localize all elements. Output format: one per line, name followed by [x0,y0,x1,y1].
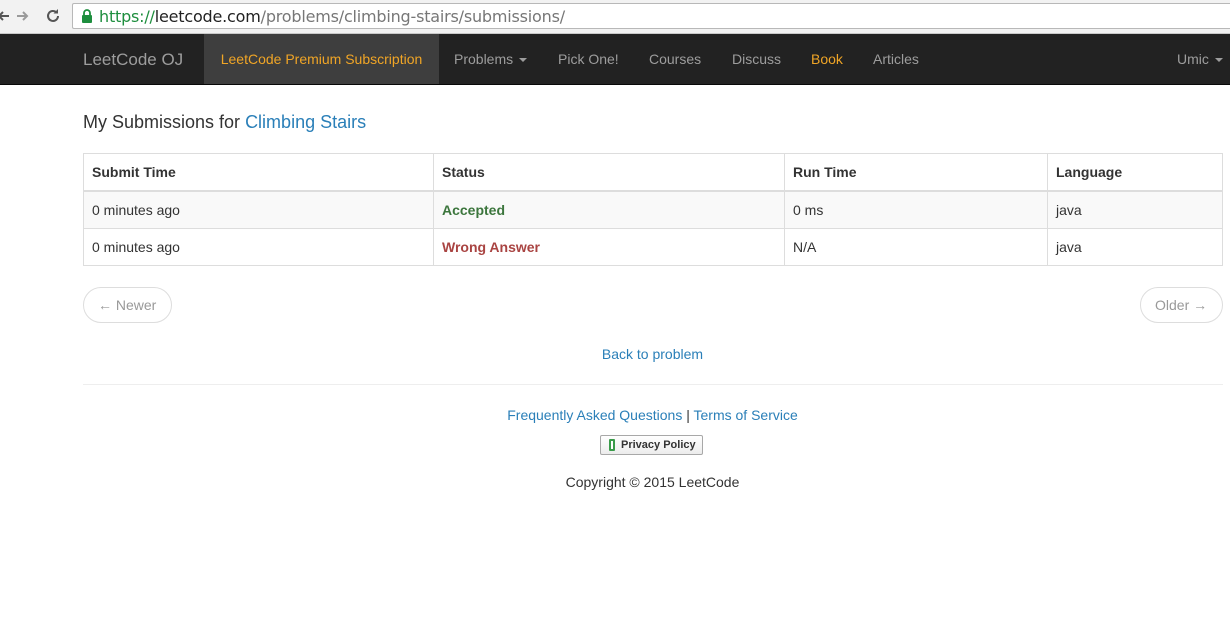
column-submit-time: Submit Time [83,153,434,192]
problem-link[interactable]: Climbing Stairs [245,112,366,132]
older-button[interactable]: Older → [1140,287,1223,323]
nav-problems-dropdown[interactable]: Problems [454,34,528,84]
newer-button[interactable]: ← Newer [83,287,172,323]
user-menu[interactable]: Umic [1177,34,1223,84]
terms-link[interactable]: Terms of Service [694,407,798,423]
status-link[interactable]: Wrong Answer [442,239,540,255]
table-row: 0 minutes ago Wrong Answer N/A java [83,228,1223,266]
page-title: My Submissions for Climbing Stairs [83,112,366,133]
status-link[interactable]: Accepted [442,202,505,218]
site-navbar: LeetCode OJ LeetCode Premium Subscriptio… [0,34,1230,85]
column-status: Status [433,153,785,192]
nav-articles[interactable]: Articles [873,34,919,84]
privacy-policy-button[interactable]: Privacy Policy [600,435,703,455]
back-arrow-icon[interactable] [0,7,12,25]
back-to-problem-row: Back to problem [0,346,1230,362]
nav-discuss[interactable]: Discuss [732,34,781,84]
footer-separator: | [686,407,690,423]
nav-pick-one[interactable]: Pick One! [558,34,619,84]
table-row: 0 minutes ago Accepted 0 ms java [83,190,1223,229]
user-name: Umic [1177,51,1209,67]
forward-arrow-icon[interactable] [14,7,32,25]
submit-time-cell: 0 minutes ago [83,190,434,229]
footer-links: Frequently Asked Questions | Terms of Se… [0,407,1230,423]
nav-courses[interactable]: Courses [649,34,701,84]
nav-problems-label: Problems [454,51,514,67]
nav-premium-subscription[interactable]: LeetCode Premium Subscription [204,34,439,84]
table-header-row: Submit Time Status Run Time Language [83,153,1223,192]
shield-icon [609,439,615,451]
privacy-policy-label: Privacy Policy [621,439,696,451]
address-bar[interactable]: https://leetcode.com/problems/climbing-s… [72,3,1230,29]
copyright-row: Copyright © 2015 LeetCode [0,474,1230,490]
brand-logo[interactable]: LeetCode OJ [83,34,183,85]
submit-time-cell: 0 minutes ago [83,228,434,266]
caret-down-icon [1214,58,1223,63]
submissions-table: Submit Time Status Run Time Language 0 m… [83,153,1223,266]
copyright-text: Copyright © 2015 LeetCode [565,474,740,490]
run-time-cell: 0 ms [784,190,1048,229]
nav-book[interactable]: Book [811,34,843,84]
url-text: https://leetcode.com/problems/climbing-s… [99,6,565,26]
lock-icon [81,9,93,23]
column-language: Language [1047,153,1223,192]
status-cell: Wrong Answer [433,228,785,266]
language-cell: java [1047,228,1223,266]
faq-link[interactable]: Frequently Asked Questions [507,407,682,423]
back-to-problem-link[interactable]: Back to problem [602,346,703,362]
column-run-time: Run Time [784,153,1048,192]
caret-down-icon [519,58,528,63]
status-cell: Accepted [433,190,785,229]
language-cell: java [1047,190,1223,229]
page-title-prefix: My Submissions for [83,112,241,132]
footer-divider [83,384,1223,385]
browser-toolbar: https://leetcode.com/problems/climbing-s… [0,0,1230,34]
reload-icon[interactable] [44,7,62,25]
run-time-cell: N/A [784,228,1048,266]
